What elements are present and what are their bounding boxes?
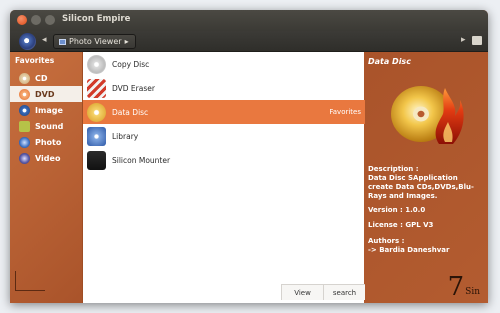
sidebar-heading: Favorites bbox=[15, 56, 55, 65]
data-disc-icon bbox=[87, 102, 106, 122]
data-disc-artwork-icon bbox=[391, 86, 464, 144]
badge-number: 7 bbox=[447, 272, 465, 302]
sidebar-item-label: Image bbox=[35, 105, 63, 115]
copy-disc-icon bbox=[87, 54, 106, 74]
app-window: Silicon Empire ◂ Photo Viewer ▸ ▸ Favori… bbox=[10, 10, 488, 303]
image-icon bbox=[19, 104, 30, 116]
sidebar-item-image[interactable]: Image bbox=[10, 102, 82, 118]
authors-text: -> Bardia Daneshvar bbox=[368, 246, 450, 254]
list-footer: View search bbox=[281, 284, 365, 300]
list-item-copy-disc[interactable]: Copy Disc bbox=[83, 52, 365, 76]
version-badge: 7 Sin bbox=[447, 272, 480, 302]
breadcrumb-label: Photo Viewer bbox=[69, 37, 122, 46]
title-bar: Silicon Empire bbox=[10, 10, 488, 31]
description-heading: Description : bbox=[368, 165, 419, 173]
sidebar-item-label: Video bbox=[35, 153, 61, 163]
list-item-label: Copy Disc bbox=[112, 59, 150, 69]
version-text: Version : 1.0.0 bbox=[368, 206, 426, 214]
list-item-label: DVD Eraser bbox=[112, 83, 155, 93]
photo-viewer-icon bbox=[59, 38, 66, 45]
app-list: Copy Disc DVD Eraser Data Disc Favorites… bbox=[82, 52, 365, 303]
breadcrumb-arrow-icon: ▸ bbox=[124, 37, 129, 46]
cd-icon bbox=[19, 72, 30, 84]
sidebar-item-video[interactable]: Video bbox=[10, 150, 82, 166]
dvd-icon bbox=[19, 88, 30, 100]
sidebar-item-dvd[interactable]: DVD bbox=[10, 86, 82, 102]
sidebar-item-label: Sound bbox=[35, 121, 64, 131]
details-title: Data Disc bbox=[368, 57, 411, 66]
list-item-data-disc[interactable]: Data Disc Favorites bbox=[83, 100, 365, 124]
sidebar-item-label: DVD bbox=[35, 89, 55, 99]
search-button[interactable]: search bbox=[323, 285, 365, 300]
sidebar-item-sound[interactable]: Sound bbox=[10, 118, 82, 134]
dvd-eraser-icon bbox=[87, 78, 106, 98]
window-title: Silicon Empire bbox=[62, 14, 131, 24]
sidebar-item-photo[interactable]: Photo bbox=[10, 134, 82, 150]
list-item-silicon-mounter[interactable]: Silicon Mounter bbox=[83, 148, 365, 172]
list-item-label: Data Disc bbox=[112, 107, 149, 117]
photo-icon bbox=[19, 136, 30, 148]
video-icon bbox=[19, 152, 30, 164]
mail-icon[interactable] bbox=[472, 36, 482, 45]
close-window-button[interactable] bbox=[17, 15, 27, 25]
library-icon bbox=[87, 126, 106, 146]
silicon-mounter-icon bbox=[87, 150, 106, 170]
list-item-label: Silicon Mounter bbox=[112, 155, 171, 165]
app-menu-icon[interactable] bbox=[19, 33, 36, 50]
view-button[interactable]: View bbox=[281, 285, 323, 300]
list-item-dvd-eraser[interactable]: DVD Eraser bbox=[83, 76, 365, 100]
minimize-window-button[interactable] bbox=[31, 15, 41, 25]
forward-arrow-icon[interactable]: ▸ bbox=[461, 35, 466, 45]
breadcrumb[interactable]: Photo Viewer ▸ bbox=[53, 34, 136, 49]
sound-icon bbox=[19, 120, 30, 132]
sidebar: Favorites CD DVD Image Sound Photo Video bbox=[10, 52, 82, 303]
sidebar-item-cd[interactable]: CD bbox=[10, 70, 82, 86]
back-arrow-icon[interactable]: ◂ bbox=[42, 35, 47, 45]
sidebar-decoration bbox=[15, 271, 45, 291]
sidebar-item-label: CD bbox=[35, 73, 48, 83]
badge-suffix: Sin bbox=[465, 287, 480, 297]
description-text: Data Disc SApplication create Data CDs,D… bbox=[368, 174, 474, 200]
favorites-tag: Favorites bbox=[329, 108, 361, 116]
list-item-library[interactable]: Library bbox=[83, 124, 365, 148]
details-panel: Data Disc Description: Data Disc SAppli… bbox=[364, 52, 488, 303]
main-content: Favorites CD DVD Image Sound Photo Video… bbox=[10, 52, 488, 303]
list-item-label: Library bbox=[112, 131, 139, 141]
maximize-window-button[interactable] bbox=[45, 15, 55, 25]
license-text: License : GPL V3 bbox=[368, 221, 434, 229]
authors-heading: Authors : bbox=[368, 237, 405, 245]
toolbar: ◂ Photo Viewer ▸ ▸ bbox=[10, 31, 488, 52]
sidebar-item-label: Photo bbox=[35, 137, 62, 147]
